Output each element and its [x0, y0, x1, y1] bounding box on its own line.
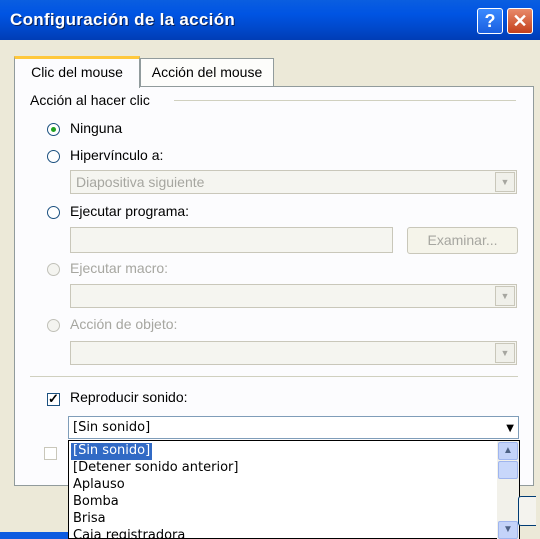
help-button[interactable]: ? — [477, 8, 503, 34]
tab-accion-del-mouse[interactable]: Acción del mouse — [140, 58, 274, 86]
chevron-down-icon: ▼ — [495, 286, 515, 306]
list-item[interactable]: [Sin sonido] — [69, 442, 154, 461]
ok-button[interactable] — [518, 496, 536, 526]
list-scrollbar[interactable]: ▲ ▼ — [497, 441, 519, 539]
label-play-sound: Reproducir sonido: — [70, 389, 188, 405]
sound-dropdown-list[interactable]: [Sin sonido] [Detener sonido anterior] A… — [68, 440, 520, 539]
label-ninguna: Ninguna — [70, 120, 123, 136]
scroll-thumb[interactable] — [498, 461, 518, 479]
list-item[interactable]: Bomba — [71, 494, 121, 511]
tab-clic-del-mouse[interactable]: Clic del mouse — [14, 56, 140, 88]
list-item[interactable]: Caja registradora — [71, 528, 187, 538]
label-ejecutar-macro: Ejecutar macro: — [70, 260, 169, 276]
program-input — [70, 227, 393, 253]
group-divider — [174, 100, 516, 101]
sound-combobox[interactable]: [Sin sonido] ▼ — [68, 416, 519, 439]
group-label: Acción al hacer clic — [30, 92, 150, 108]
radio-ejecutar-programa[interactable] — [47, 206, 60, 219]
radio-hipervinculo[interactable] — [47, 150, 60, 163]
hyperlink-select-value: Diapositiva siguiente — [76, 174, 205, 190]
hyperlink-select: Diapositiva siguiente ▼ — [70, 170, 517, 194]
taskbar-edge — [0, 532, 68, 539]
radio-ejecutar-macro — [47, 263, 60, 276]
hidden-checkbox[interactable] — [44, 447, 57, 460]
label-ejecutar-programa: Ejecutar programa: — [70, 203, 190, 219]
window-title: Configuración de la acción — [10, 10, 236, 29]
scroll-down-icon[interactable]: ▼ — [498, 521, 518, 539]
object-action-select: ▼ — [70, 341, 517, 365]
scroll-up-icon[interactable]: ▲ — [498, 442, 518, 460]
close-button[interactable]: ✕ — [507, 8, 533, 34]
label-hipervinculo: Hipervínculo a: — [70, 147, 164, 163]
sound-combobox-value: [Sin sonido] — [73, 420, 151, 435]
radio-accion-objeto — [47, 319, 60, 332]
chevron-down-icon: ▼ — [495, 172, 515, 192]
list-item[interactable]: Aplauso — [71, 477, 127, 494]
label-accion-objeto: Acción de objeto: — [70, 316, 178, 332]
list-item[interactable]: [Detener sonido anterior] — [71, 460, 240, 477]
list-item[interactable]: Brisa — [71, 511, 108, 528]
section-divider — [30, 376, 518, 377]
browse-button: Examinar... — [407, 227, 518, 254]
radio-ninguna[interactable] — [47, 123, 60, 136]
play-sound-checkbox[interactable]: ✓ — [47, 392, 60, 406]
chevron-down-icon: ▼ — [495, 343, 515, 363]
macro-select: ▼ — [70, 284, 517, 308]
chevron-down-icon[interactable]: ▼ — [506, 423, 514, 434]
